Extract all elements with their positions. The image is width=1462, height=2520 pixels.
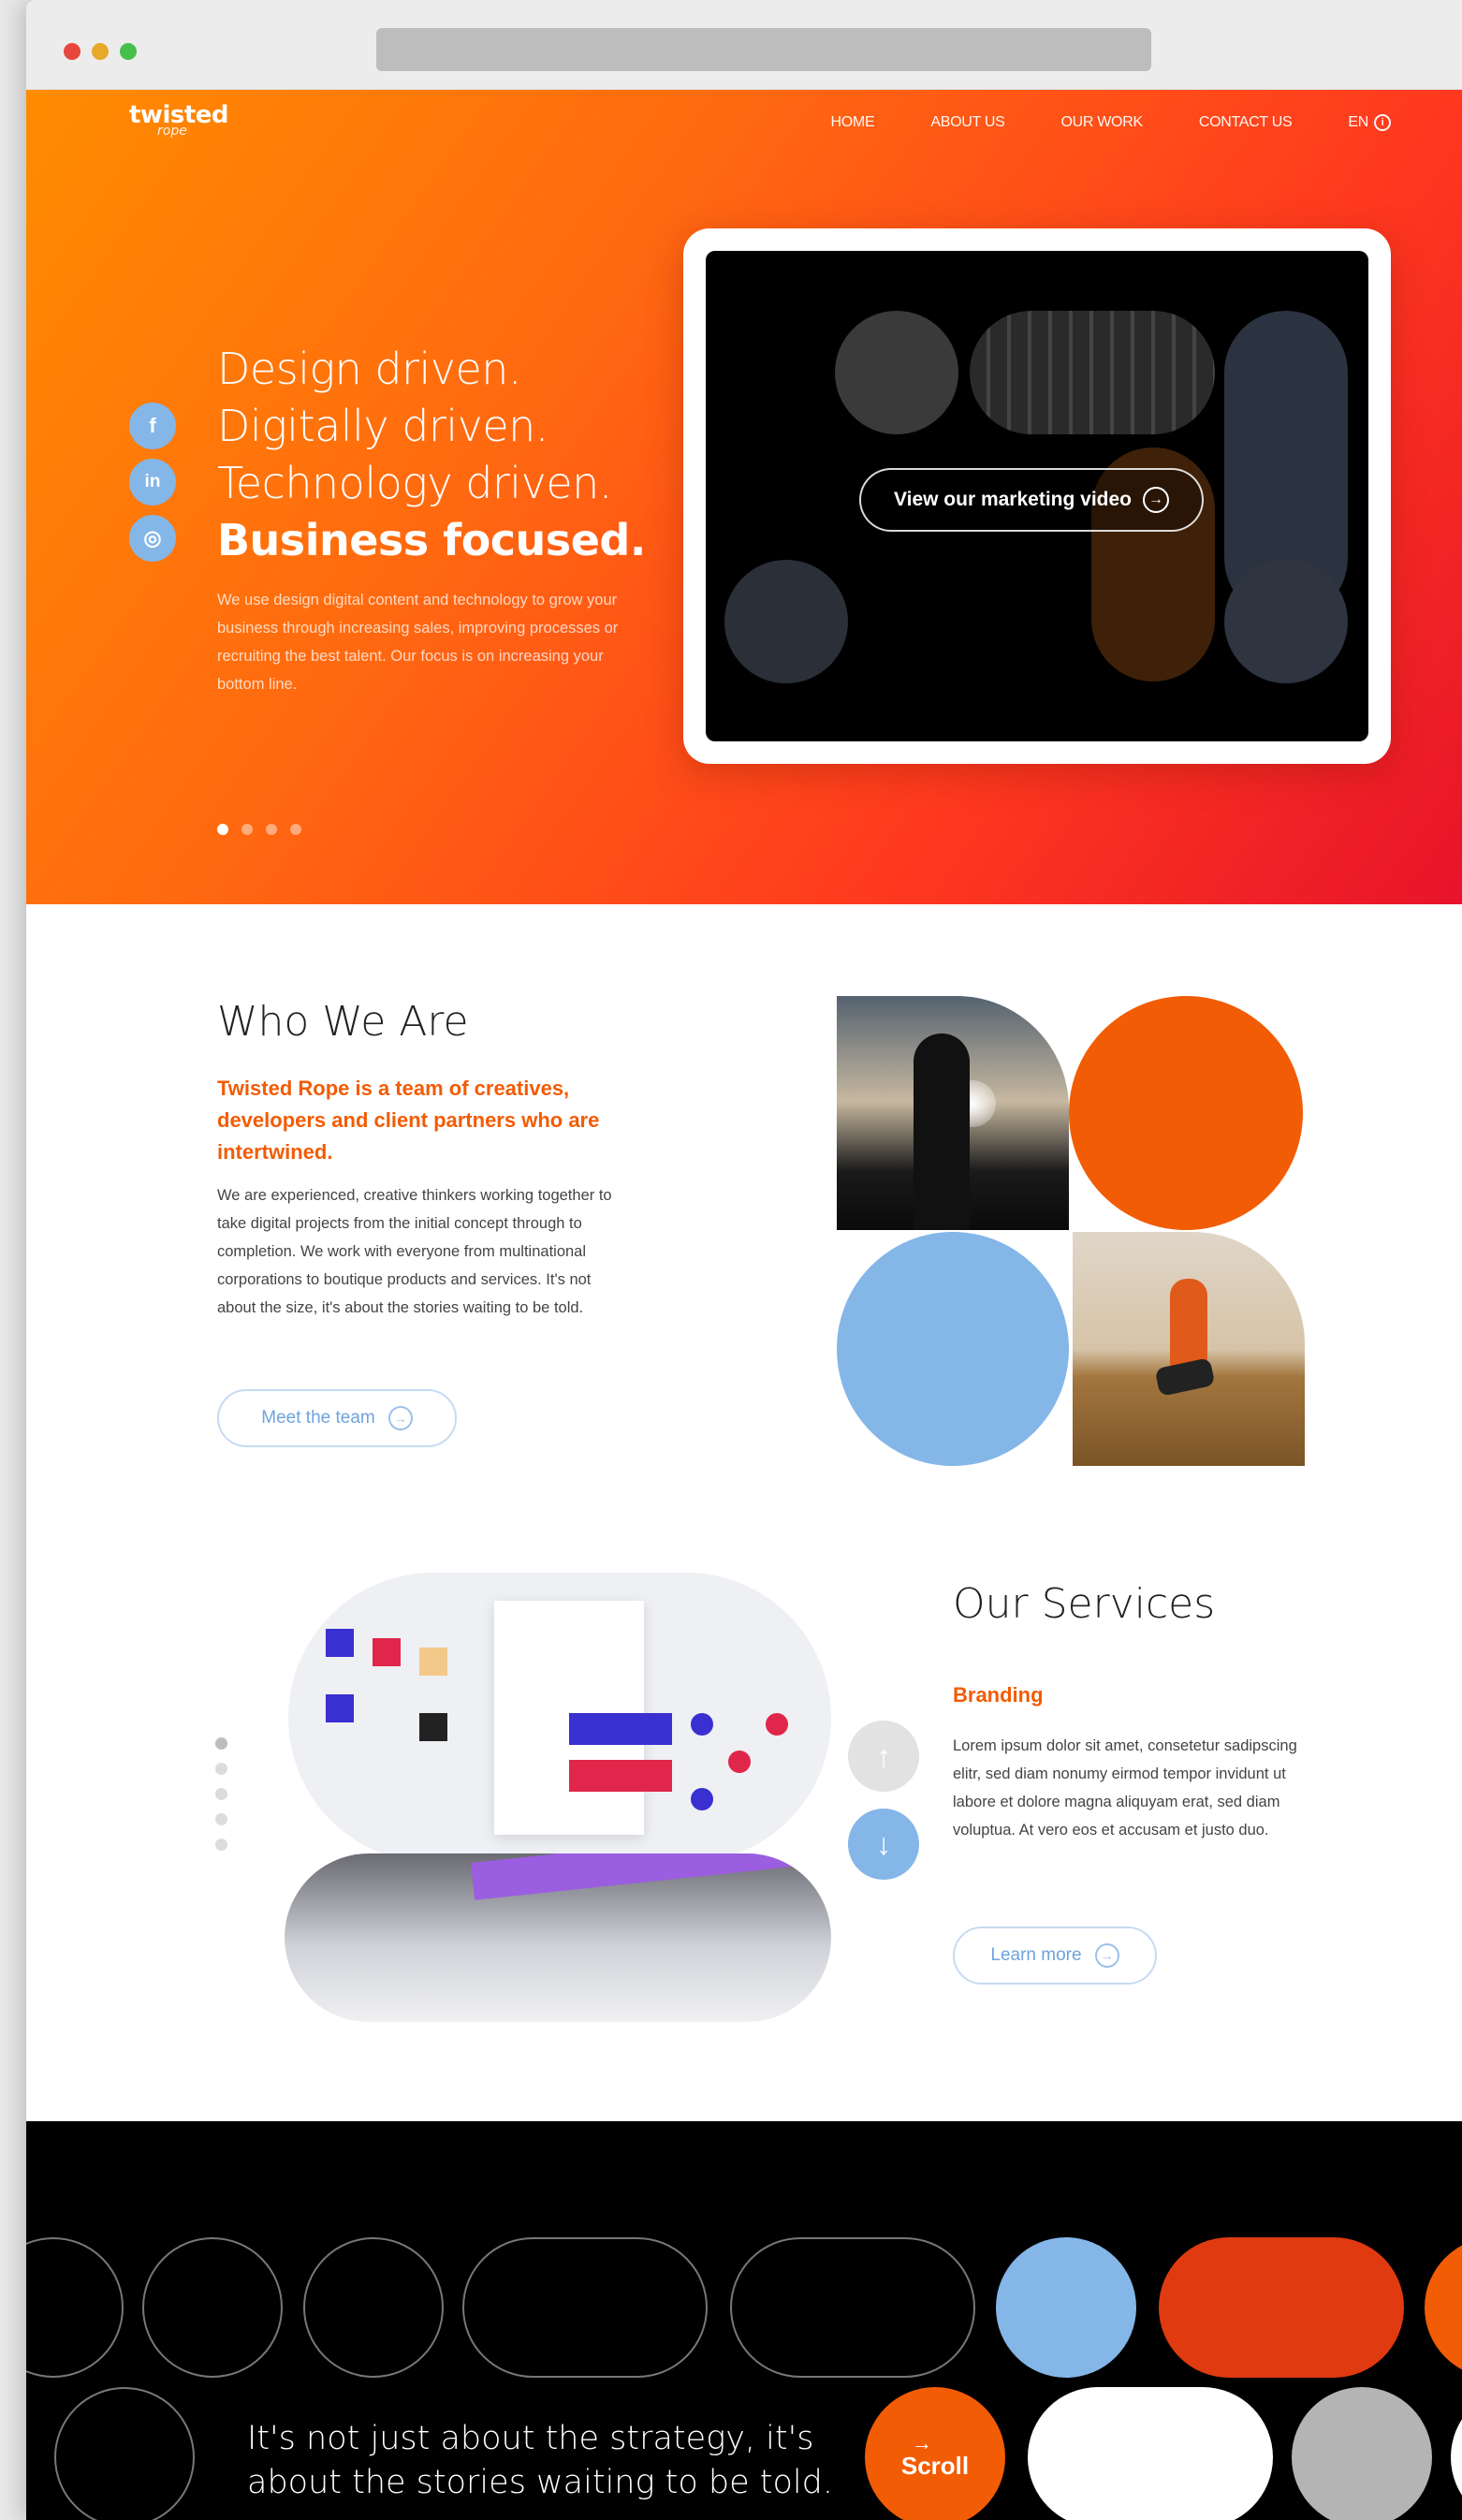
white-shape	[1028, 2387, 1273, 2520]
hero-description: We use design digital content and techno…	[217, 592, 619, 693]
arrow-right-icon: →	[1094, 1943, 1119, 1968]
outline-shape	[26, 2237, 124, 2378]
hero-headline: Design driven. Digitally driven. Technol…	[217, 341, 646, 569]
headline-bold-line: Business focused.	[217, 515, 646, 565]
laptop-photo	[285, 1853, 831, 2022]
grey-shape	[1292, 2387, 1432, 2520]
nav-contact-us[interactable]: CONTACT US	[1199, 114, 1293, 131]
design-swatches-photo	[288, 1573, 831, 1863]
services-carousel-dots	[215, 1737, 227, 1851]
arrow-up-icon[interactable]: ↑	[848, 1721, 919, 1792]
hero-section: twisted rope HOME ABOUT US OUR WORK CONT…	[26, 90, 1462, 904]
main-nav: HOME ABOUT US OUR WORK CONTACT US EN i	[831, 114, 1391, 131]
outline-shape	[54, 2387, 195, 2520]
scroll-label: Scroll	[900, 2451, 970, 2480]
who-we-are-subtitle: Twisted Rope is a team of creatives, dev…	[217, 1077, 600, 1164]
arrow-right-icon: →	[912, 2430, 932, 2454]
video-shape	[835, 311, 958, 434]
tagline-line-1: It's not just about the strategy, it's	[247, 2420, 814, 2457]
runner-photo	[1073, 1232, 1305, 1466]
carousel-dot-4[interactable]	[290, 824, 301, 835]
linkedin-icon[interactable]: in	[129, 459, 176, 505]
arrow-right-icon: →	[1143, 487, 1170, 513]
who-we-are-title: Who We Are	[217, 998, 469, 1046]
address-bar[interactable]	[376, 28, 1151, 71]
video-shape	[1224, 560, 1348, 683]
who-we-are-body: We are experienced, creative thinkers wo…	[217, 1187, 612, 1316]
orange-shape	[1425, 2237, 1462, 2378]
headline-line-3: Technology driven.	[217, 458, 612, 508]
services-subtitle: Branding	[953, 1683, 1044, 1707]
video-shape	[724, 560, 848, 683]
services-dot-5[interactable]	[215, 1839, 227, 1851]
outline-shape	[142, 2237, 283, 2378]
outline-shape	[303, 2237, 444, 2378]
services-title: Our Services	[953, 1580, 1216, 1628]
outline-shape	[462, 2237, 708, 2378]
services-image	[260, 1573, 841, 2031]
nav-home[interactable]: HOME	[831, 114, 875, 131]
language-label: EN	[1348, 114, 1368, 130]
services-dot-1[interactable]	[215, 1737, 227, 1750]
orange-circle	[1069, 996, 1303, 1230]
browser-window: twisted rope HOME ABOUT US OUR WORK CONT…	[26, 0, 1462, 2520]
nav-our-work[interactable]: OUR WORK	[1060, 114, 1143, 131]
stories-tagline: It's not just about the strategy, it's a…	[247, 2417, 833, 2505]
stories-band: It's not just about the strategy, it's a…	[26, 2121, 1462, 2520]
services-body: Lorem ipsum dolor sit amet, consetetur s…	[953, 1737, 1297, 1839]
marketing-video-button[interactable]: View our marketing video →	[859, 468, 1204, 532]
scroll-button[interactable]: → Scroll	[865, 2387, 1005, 2520]
services-dot-3[interactable]	[215, 1788, 227, 1800]
learn-more-button[interactable]: Learn more →	[953, 1927, 1157, 1985]
learn-more-label: Learn more	[990, 1945, 1082, 1965]
carousel-dot-3[interactable]	[266, 824, 277, 835]
headline-line-2: Digitally driven.	[217, 401, 548, 451]
tablet-mockup: View our marketing video →	[683, 228, 1391, 764]
nav-about-us[interactable]: ABOUT US	[930, 114, 1004, 131]
browser-chrome	[26, 0, 1462, 90]
services-dot-2[interactable]	[215, 1763, 227, 1775]
white-shape	[1451, 2387, 1462, 2520]
instagram-icon[interactable]: ◎	[129, 515, 176, 562]
meet-the-team-label: Meet the team	[261, 1408, 375, 1428]
blue-circle	[837, 1232, 1069, 1466]
carousel-dot-1[interactable]	[217, 824, 228, 835]
hero-carousel-dots	[217, 824, 301, 835]
arrow-down-icon[interactable]: ↓	[848, 1809, 919, 1880]
arrow-right-icon: →	[387, 1406, 413, 1430]
meet-the-team-button[interactable]: Meet the team →	[217, 1389, 457, 1447]
logo[interactable]: twisted rope	[129, 101, 229, 139]
tagline-line-2: about the stories waiting to be told.	[247, 2464, 833, 2501]
hiker-sunset-photo	[837, 996, 1069, 1230]
minimize-dot[interactable]	[92, 43, 109, 60]
headline-line-1: Design driven.	[217, 344, 522, 394]
video-preview[interactable]: View our marketing video →	[706, 251, 1368, 741]
maximize-dot[interactable]	[120, 43, 137, 60]
info-icon: i	[1374, 114, 1391, 131]
close-dot[interactable]	[64, 43, 80, 60]
red-shape	[1159, 2237, 1404, 2378]
carousel-dot-2[interactable]	[241, 824, 253, 835]
language-selector[interactable]: EN i	[1348, 114, 1391, 131]
video-button-label: View our marketing video	[893, 489, 1133, 510]
blue-shape	[996, 2237, 1136, 2378]
services-dot-4[interactable]	[215, 1813, 227, 1825]
video-shape	[970, 311, 1215, 434]
facebook-icon[interactable]: f	[129, 403, 176, 449]
outline-shape	[730, 2237, 975, 2378]
logo-sub-text: rope	[157, 124, 187, 139]
